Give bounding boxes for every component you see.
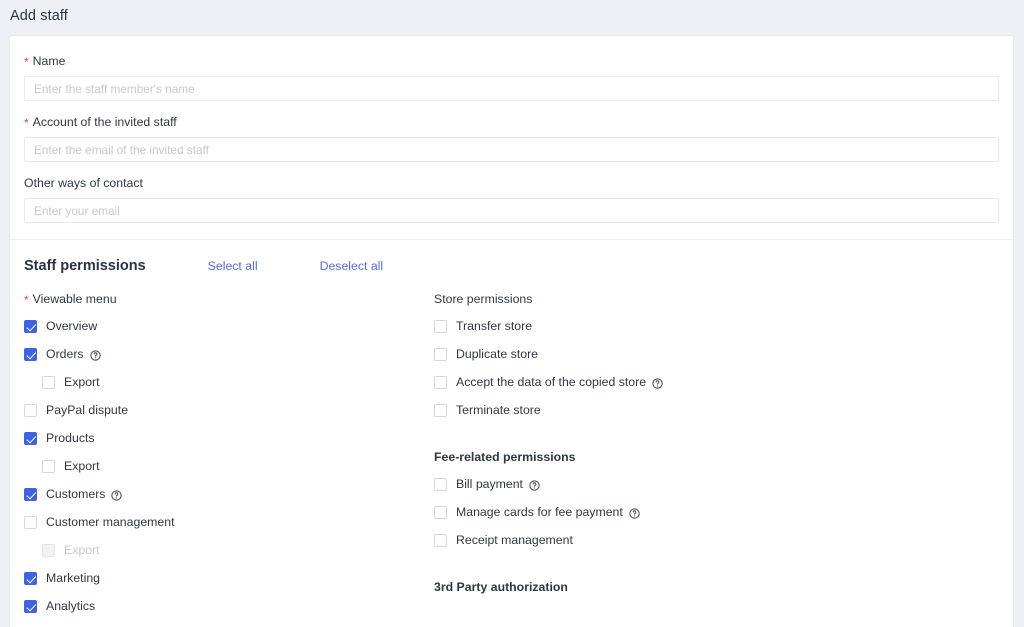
checkbox-bill-payment[interactable] <box>434 478 447 491</box>
checkmark-icon[interactable] <box>24 348 37 361</box>
checkbox-label: Export <box>64 543 100 557</box>
checkbox-terminate-store[interactable] <box>434 404 447 417</box>
checkbox-receipt-management[interactable] <box>434 534 447 547</box>
help-circle-icon[interactable] <box>111 490 123 501</box>
page-title: Add staff <box>10 7 68 24</box>
staff-details-form: *Name*Account of the invited staffOther … <box>10 36 1013 239</box>
label-other-contact: Other ways of contact <box>24 176 999 191</box>
fee-related-permissions-row-bill-payment-0[interactable]: Bill payment <box>434 477 994 492</box>
field-other-contact: Other ways of contact <box>24 176 999 223</box>
checkmark-icon[interactable] <box>24 600 37 613</box>
permissions-title: Staff permissions <box>24 258 146 274</box>
required-asterisk: * <box>24 116 29 130</box>
staff-name-input[interactable] <box>24 76 999 101</box>
group-title-text: Viewable menu <box>32 292 117 306</box>
viewable-menu-row-analytics-10[interactable]: Analytics <box>24 599 434 614</box>
checkbox-label: Manage cards for fee payment <box>456 505 623 519</box>
page-header: Add staff <box>0 0 1024 31</box>
label-text: Account of the invited staff <box>32 115 177 129</box>
checkbox-label: Duplicate store <box>456 347 539 361</box>
checkbox-label: Receipt management <box>456 533 573 547</box>
checkbox-label: Marketing <box>46 571 100 585</box>
checkmark-icon[interactable] <box>24 432 37 445</box>
help-circle-icon[interactable] <box>652 378 663 389</box>
permissions-header: Staff permissions Select all Deselect al… <box>24 258 999 274</box>
checkbox-duplicate-store[interactable] <box>434 348 447 361</box>
checkbox-label: Transfer store <box>456 319 533 333</box>
viewable-menu-row-paypal-dispute-3[interactable]: PayPal dispute <box>24 403 434 418</box>
viewable-menu-row-overview-0[interactable]: Overview <box>24 319 434 334</box>
label-staff-name: * Name <box>24 54 999 69</box>
checkbox-label: Customers <box>46 487 106 501</box>
store-permissions-column: Store permissions Transfer store Duplicate… <box>434 292 994 627</box>
select-all-link[interactable]: Select all <box>208 259 258 273</box>
viewable-menu-row-customers-6[interactable]: Customers <box>24 487 434 502</box>
add-staff-card: *Name*Account of the invited staffOther … <box>10 36 1013 627</box>
checkbox-label: Overview <box>46 319 98 333</box>
checkbox-label: Bill payment <box>456 477 523 491</box>
checkbox-export[interactable] <box>42 460 55 473</box>
help-circle-icon[interactable] <box>629 508 640 519</box>
checkmark-icon[interactable] <box>24 320 37 333</box>
label-invited-staff-account: * Account of the invited staff <box>24 115 999 130</box>
viewable-menu-title: * Viewable menu <box>24 292 434 307</box>
checkbox-export[interactable] <box>42 376 55 389</box>
viewable-menu-column: * Viewable menu Overview Orders Export PayPal… <box>24 292 434 627</box>
fee-related-permissions-row-receipt-management-2[interactable]: Receipt management <box>434 533 994 548</box>
checkbox-label: Analytics <box>46 599 96 613</box>
deselect-all-link[interactable]: Deselect all <box>320 259 384 273</box>
required-asterisk: * <box>24 293 29 307</box>
viewable-menu-row-marketing-9[interactable]: Marketing <box>24 571 434 586</box>
checkbox-label: Orders <box>46 347 84 361</box>
viewable-menu-row-export-2[interactable]: Export <box>24 375 434 390</box>
invited-staff-account-input[interactable] <box>24 137 999 162</box>
store-permissions-row-accept-the-data-of-the-copied-store-2[interactable]: Accept the data of the copied store <box>434 375 994 390</box>
viewable-menu-row-products-4[interactable]: Products <box>24 431 434 446</box>
checkbox-label: PayPal dispute <box>46 403 129 417</box>
viewable-menu-row-export-5[interactable]: Export <box>24 459 434 474</box>
checkbox-label: Products <box>46 431 95 445</box>
checkbox-label: Export <box>64 459 100 473</box>
store-permissions-row-duplicate-store-1[interactable]: Duplicate store <box>434 347 994 362</box>
help-circle-icon[interactable] <box>89 350 101 361</box>
checkmark-icon[interactable] <box>24 488 37 501</box>
checkbox-manage-cards-for-fee-payment[interactable] <box>434 506 447 519</box>
store-permissions-row-transfer-store-0[interactable]: Transfer store <box>434 319 994 334</box>
checkbox-accept-the-data-of-the-copied-store[interactable] <box>434 376 447 389</box>
staff-permissions-section: Staff permissions Select all Deselect al… <box>10 240 1013 627</box>
label-text: Other ways of contact <box>24 176 143 190</box>
help-circle-icon[interactable] <box>529 480 540 491</box>
group-title-store-permissions: Store permissions <box>434 292 533 306</box>
checkbox-paypal-dispute[interactable] <box>24 404 37 417</box>
checkbox-label: Customer management <box>46 515 175 529</box>
checkbox-label: Terminate store <box>456 403 541 417</box>
label-text: Name <box>32 54 66 68</box>
fee-related-permissions-row-manage-cards-for-fee-payment-1[interactable]: Manage cards for fee payment <box>434 505 994 520</box>
required-asterisk: * <box>24 55 29 69</box>
viewable-menu-row-customer-management-7[interactable]: Customer management <box>24 515 434 530</box>
checkbox-customer-management[interactable] <box>24 516 37 529</box>
group-title-fee-related-permissions: Fee-related permissions <box>434 450 576 464</box>
checkbox-label: Accept the data of the copied store <box>456 375 647 389</box>
store-permissions-row-terminate-store-3[interactable]: Terminate store <box>434 403 994 418</box>
checkbox-label: Export <box>64 375 100 389</box>
checkmark-icon[interactable] <box>24 572 37 585</box>
other-contact-input[interactable] <box>24 198 999 223</box>
permissions-columns: * Viewable menu Overview Orders Export PayPal… <box>24 292 999 627</box>
checkbox-transfer-store[interactable] <box>434 320 447 333</box>
group-title-3rd-party-authorization: 3rd Party authorization <box>434 580 568 594</box>
viewable-menu-row-orders-1[interactable]: Orders <box>24 347 434 362</box>
viewable-menu-row-export-8[interactable]: Export <box>24 543 434 558</box>
field-staff-name: * Name <box>24 54 999 101</box>
field-invited-staff-account: * Account of the invited staff <box>24 115 999 162</box>
checkbox-export <box>42 544 55 557</box>
add-staff-page: Add staff *Name*Account of the invited s… <box>0 0 1024 627</box>
